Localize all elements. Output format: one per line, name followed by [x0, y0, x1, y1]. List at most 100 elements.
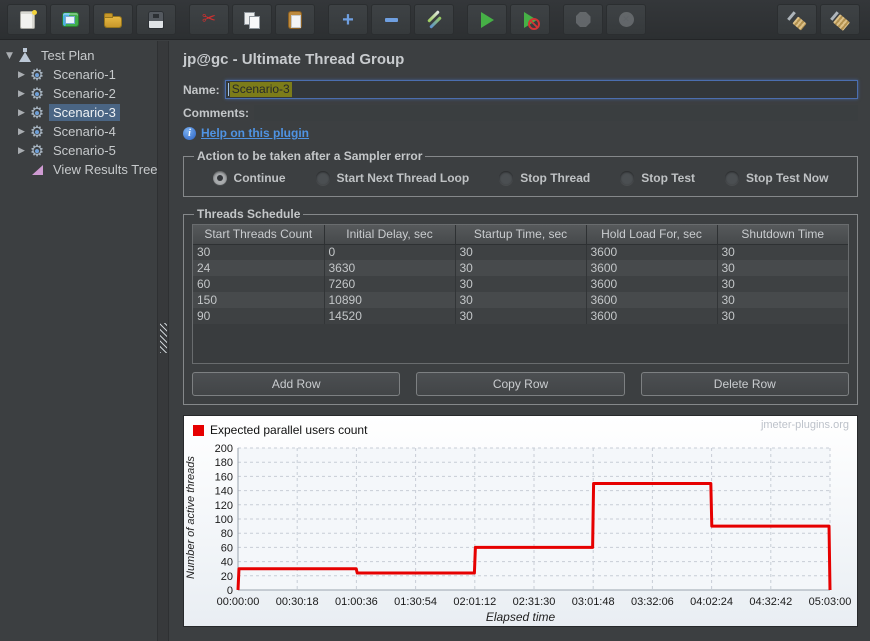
collapsed-arrow-icon[interactable]: ▶	[15, 108, 28, 118]
svg-text:01:30:54: 01:30:54	[394, 596, 437, 608]
collapsed-arrow-icon[interactable]: ▶	[15, 127, 28, 137]
clear-all-icon	[830, 10, 850, 30]
column-header[interactable]: Shutdown Time	[716, 225, 848, 245]
templates-button[interactable]	[50, 4, 90, 35]
svg-text:02:01:12: 02:01:12	[453, 596, 496, 608]
action-group: Action to be taken after a Sampler error…	[183, 149, 858, 197]
splitter[interactable]	[157, 41, 169, 641]
clear-icon	[787, 10, 807, 30]
svg-text:60: 60	[221, 542, 233, 554]
start-no-timers-button[interactable]	[510, 4, 550, 35]
table-cell[interactable]: 3630	[324, 260, 456, 276]
clear-all-button[interactable]	[820, 4, 860, 35]
table-row[interactable]: 90 14520 30 3600 30	[193, 308, 848, 324]
table-cell[interactable]: 3600	[586, 260, 718, 276]
table-cell[interactable]: 30	[717, 260, 848, 276]
start-button[interactable]	[467, 4, 507, 35]
text-caret-icon	[227, 83, 229, 96]
tree-item-scenario-2[interactable]: ▶ Scenario-2	[0, 84, 157, 103]
table-cell[interactable]: 3600	[586, 292, 718, 308]
table-cell[interactable]: 3600	[586, 276, 718, 292]
schedule-table: Start Threads Count Initial Delay, sec Sta…	[193, 225, 848, 324]
table-row[interactable]: 150 10890 30 3600 30	[193, 292, 848, 308]
table-cell[interactable]: 150	[193, 292, 325, 308]
open-folder-icon	[103, 10, 123, 30]
help-link[interactable]: Help on this plugin	[201, 126, 309, 140]
collapsed-arrow-icon[interactable]: ▶	[15, 70, 28, 80]
radio-continue[interactable]: Continue	[212, 171, 286, 185]
toggle-button[interactable]	[414, 4, 454, 35]
radio-label: Stop Test	[641, 171, 696, 185]
save-icon	[146, 10, 166, 30]
table-cell[interactable]: 10890	[324, 292, 456, 308]
table-cell[interactable]: 7260	[324, 276, 456, 292]
table-cell[interactable]: 30	[717, 276, 848, 292]
table-cell[interactable]: 30	[717, 292, 848, 308]
clear-button[interactable]	[777, 4, 817, 35]
tree-item-scenario-4[interactable]: ▶ Scenario-4	[0, 122, 157, 141]
chart-watermark: jmeter-plugins.org	[760, 419, 849, 431]
open-button[interactable]	[93, 4, 133, 35]
comments-label: Comments:	[183, 106, 250, 120]
plus-icon	[338, 10, 358, 30]
radio-label: Continue	[233, 171, 286, 185]
column-header[interactable]: Start Threads Count	[193, 225, 325, 245]
table-cell[interactable]: 14520	[324, 308, 456, 324]
new-button[interactable]	[7, 4, 47, 35]
collapsed-arrow-icon[interactable]: ▶	[15, 146, 28, 156]
table-cell[interactable]: 30	[455, 308, 587, 324]
radio-button-icon	[620, 171, 635, 185]
table-row[interactable]: 60 7260 30 3600 30	[193, 276, 848, 292]
collapse-all-button[interactable]	[371, 4, 411, 35]
copy-row-button[interactable]: Copy Row	[416, 372, 625, 396]
radio-stop-test[interactable]: Stop Test	[620, 171, 695, 185]
comments-input[interactable]	[254, 105, 858, 121]
table-cell[interactable]: 30	[455, 276, 587, 292]
save-button[interactable]	[136, 4, 176, 35]
name-input[interactable]: Scenario-3	[224, 80, 858, 99]
tree-item-scenario-1[interactable]: ▶ Scenario-1	[0, 65, 157, 84]
radio-start-next-thread-loop[interactable]: Start Next Thread Loop	[315, 171, 469, 185]
table-row[interactable]: 24 3630 30 3600 30	[193, 260, 848, 276]
tree-item-label: Scenario-4	[53, 124, 116, 139]
table-cell[interactable]: 60	[193, 276, 325, 292]
table-cell[interactable]: 3600	[586, 244, 718, 260]
tree-item-scenario-3[interactable]: ▶ Scenario-3	[0, 103, 157, 122]
svg-text:120: 120	[215, 500, 233, 512]
table-cell[interactable]: 30	[193, 244, 325, 260]
tree: ▼ Test Plan ▶ Scenario-1 ▶ Scenario-2 ▶ Scenari…	[0, 41, 158, 641]
table-cell[interactable]: 24	[193, 260, 325, 276]
table-cell[interactable]: 30	[455, 244, 587, 260]
table-cell[interactable]: 3600	[586, 308, 718, 324]
column-header[interactable]: Initial Delay, sec	[323, 225, 456, 245]
stop-icon	[573, 10, 593, 30]
svg-text:140: 140	[215, 486, 233, 498]
table-cell[interactable]: 90	[193, 308, 325, 324]
table-cell[interactable]: 30	[717, 308, 848, 324]
collapsed-arrow-icon[interactable]: ▶	[15, 89, 28, 99]
table-cell[interactable]: 0	[324, 244, 456, 260]
tree-item-label: View Results Tree	[53, 162, 158, 177]
tree-item-view-results-tree[interactable]: View Results Tree	[0, 160, 158, 179]
splitter-handle-icon[interactable]	[160, 323, 167, 353]
paste-button[interactable]	[275, 4, 315, 35]
cut-button[interactable]	[189, 4, 229, 35]
delete-row-button[interactable]: Delete Row	[640, 372, 849, 396]
radio-stop-test-now[interactable]: Stop Test Now	[725, 171, 828, 185]
table-cell[interactable]: 30	[717, 244, 848, 260]
expanded-arrow-icon[interactable]: ▼	[3, 51, 16, 61]
copy-button[interactable]	[232, 4, 272, 35]
tree-item-test-plan[interactable]: ▼ Test Plan	[0, 46, 157, 65]
table-cell[interactable]: 30	[455, 292, 587, 308]
column-header[interactable]: Startup Time, sec	[454, 225, 587, 245]
expand-all-button[interactable]	[328, 4, 368, 35]
page-title: jp@gc - Ultimate Thread Group	[183, 51, 405, 68]
svg-text:01:00:36: 01:00:36	[335, 596, 378, 608]
table-row[interactable]: 30 0 30 3600 30	[193, 244, 848, 260]
tree-item-scenario-5[interactable]: ▶ Scenario-5	[0, 141, 157, 160]
table-cell[interactable]: 30	[455, 260, 587, 276]
add-row-button[interactable]: Add Row	[192, 372, 401, 396]
column-header[interactable]: Hold Load For, sec	[585, 225, 718, 245]
radio-stop-thread[interactable]: Stop Thread	[499, 171, 590, 185]
radio-label: Stop Test Now	[746, 171, 829, 185]
